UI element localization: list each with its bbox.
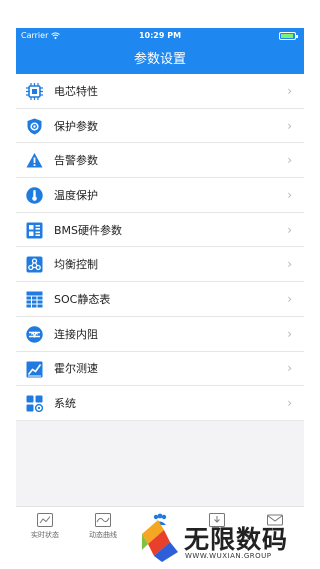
menu-item-bms-hardware[interactable]: BMS硬件参数 › [16, 213, 304, 248]
cell-chip-icon [26, 83, 43, 100]
tab-label: 实时状态 [31, 531, 59, 539]
watermark-subtitle: WWW.WUXIAN.GROUP [185, 552, 272, 560]
hardware-board-icon [26, 222, 43, 239]
battery-icon [279, 32, 298, 40]
menu-item-label: 系统 [54, 397, 76, 411]
menu-item-soc-table[interactable]: SOC静态表 › [16, 282, 304, 317]
system-grid-icon [26, 395, 43, 413]
realtime-status-icon [37, 513, 53, 527]
menu-item-protection-params[interactable]: 保护参数 › [16, 109, 304, 144]
balance-nodes-icon [26, 256, 43, 273]
header-bar: Carrier 10:29 PM 参数设置 [16, 28, 304, 74]
menu-item-label: BMS硬件参数 [54, 223, 123, 237]
watermark: 无限数码 WWW.WUXIAN.GROUP [138, 516, 316, 566]
dynamic-curve-icon [95, 513, 111, 527]
chevron-right-icon: › [287, 187, 292, 202]
watermark-title: 无限数码 [184, 525, 289, 554]
menu-item-connection-resistance[interactable]: 连接内阻 › [16, 317, 304, 352]
chevron-right-icon: › [287, 153, 292, 168]
chevron-right-icon: › [287, 257, 292, 272]
status-time: 10:29 PM [138, 31, 182, 40]
menu-item-label: SOC静态表 [54, 292, 111, 306]
tab-dynamic-curve[interactable]: 动态曲线 [78, 513, 128, 540]
chevron-right-icon: › [287, 222, 292, 237]
hall-speed-icon [26, 361, 43, 377]
menu-item-label: 连接内阻 [54, 327, 98, 341]
tab-realtime-status[interactable]: 实时状态 [20, 513, 70, 540]
tab-label: 动态曲线 [89, 531, 117, 539]
table-grid-icon [26, 291, 43, 308]
menu-item-label: 霍尔测速 [54, 362, 98, 376]
page-title: 参数设置 [133, 52, 186, 67]
chevron-right-icon: › [287, 118, 292, 133]
chevron-right-icon: › [287, 361, 292, 376]
menu-item-label: 温度保护 [54, 188, 98, 202]
menu-item-label: 电芯特性 [54, 84, 98, 98]
menu-item-cell-characteristics[interactable]: 电芯特性 › [16, 74, 304, 109]
chevron-right-icon: › [287, 83, 292, 98]
resistance-icon [26, 326, 43, 343]
menu-item-label: 保护参数 [54, 119, 98, 133]
shield-gear-icon [27, 118, 42, 135]
chevron-right-icon: › [287, 291, 292, 306]
menu-item-balance-control[interactable]: 均衡控制 › [16, 247, 304, 283]
menu-item-label: 均衡控制 [54, 258, 98, 272]
chevron-right-icon: › [287, 326, 292, 341]
menu-item-system[interactable]: 系统 › [16, 386, 304, 421]
chevron-right-icon: › [287, 396, 292, 411]
menu-item-temperature-protection[interactable]: 温度保护 › [16, 178, 304, 213]
menu-item-hall-speed[interactable]: 霍尔测速 › [16, 352, 304, 387]
app-screen: Carrier 10:29 PM 参数设置 电芯特性 › 保护参数 › 告警参数… [16, 28, 304, 569]
warning-icon [26, 153, 43, 168]
thermometer-icon [26, 187, 43, 204]
menu-item-alarm-params[interactable]: 告警参数 › [16, 143, 304, 179]
settings-menu: 电芯特性 › 保护参数 › 告警参数 › 温度保护 › BMS硬件参数 › 均衡… [16, 74, 304, 421]
watermark-logo-icon [142, 520, 178, 562]
status-bar: Carrier 10:29 PM [16, 28, 304, 44]
menu-item-label: 告警参数 [54, 154, 98, 168]
